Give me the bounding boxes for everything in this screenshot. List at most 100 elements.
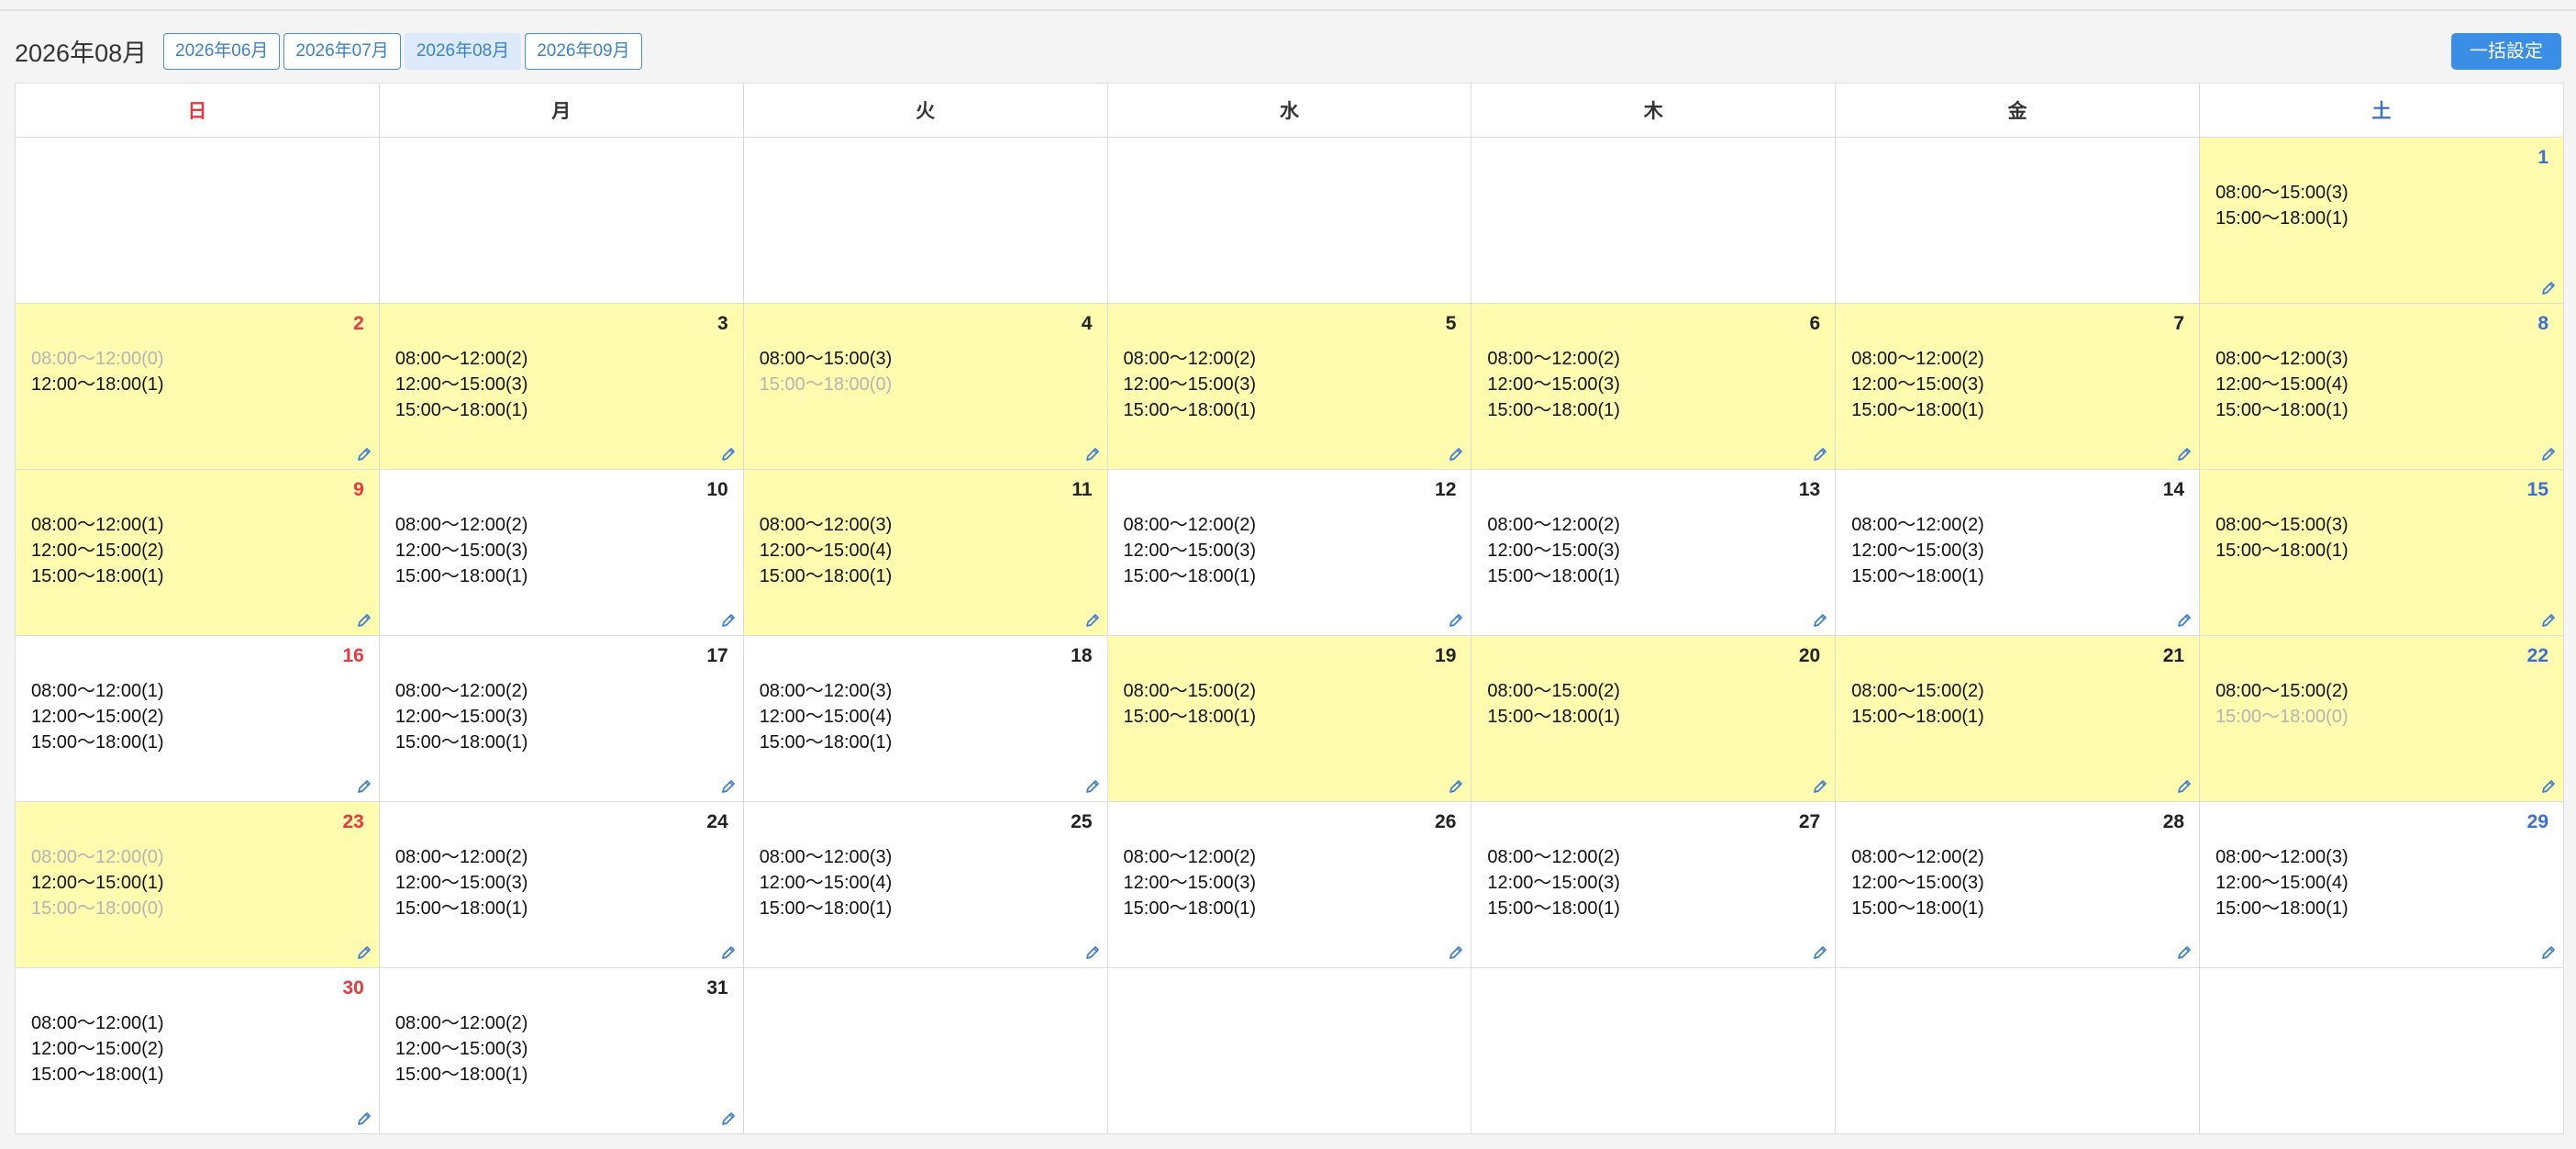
time-slot: 15:00〜18:00(1): [1851, 566, 1984, 586]
time-slot: 12:00〜15:00(4): [759, 707, 893, 727]
day-number: 10: [706, 479, 728, 500]
day-cell: 2 08:00〜12:00(0) 12:00〜18:00(1): [15, 303, 380, 470]
edit-pencil-icon[interactable]: [1811, 943, 1829, 962]
day-cell: 10 08:00〜12:00(2) 12:00〜15:00(3) 15:00〜18:0…: [378, 469, 744, 636]
day-cell: 14 08:00〜12:00(2) 12:00〜15:00(3) 15:00〜18:0…: [1835, 469, 2201, 636]
edit-pencil-icon[interactable]: [2539, 777, 2558, 796]
day-cell: 31 08:00〜12:00(2) 12:00〜15:00(3) 15:00〜18:0…: [378, 967, 744, 1134]
time-slot: 12:00〜15:00(2): [31, 1039, 164, 1059]
day-cell: 15 08:00〜15:00(3) 15:00〜18:00(1): [2199, 469, 2564, 636]
edit-pencil-icon[interactable]: [1083, 777, 1102, 796]
edit-pencil-icon[interactable]: [355, 943, 373, 962]
edit-pencil-icon[interactable]: [1447, 611, 1465, 630]
time-slot: 12:00〜15:00(4): [2215, 374, 2348, 395]
time-slot-list: 08:00〜12:00(3) 12:00〜15:00(4) 15:00〜18:00(…: [760, 512, 893, 589]
empty-day-cell: [1471, 967, 1837, 1134]
time-slot-list: 08:00〜12:00(2) 12:00〜15:00(3) 15:00〜18:00(…: [395, 678, 528, 755]
empty-day-cell: [1835, 137, 2201, 304]
weekday-wednesday: 水: [1106, 83, 1472, 138]
edit-pencil-icon[interactable]: [1083, 611, 1102, 630]
time-slot: 08:00〜12:00(2): [1123, 847, 1257, 867]
edit-pencil-icon[interactable]: [1447, 445, 1465, 463]
empty-day-cell: [1106, 137, 1472, 304]
edit-pencil-icon[interactable]: [719, 777, 738, 796]
edit-pencil-icon[interactable]: [355, 611, 373, 630]
time-slot-list: 08:00〜12:00(3) 12:00〜15:00(4) 15:00〜18:00(…: [760, 678, 893, 755]
time-slot: 12:00〜15:00(4): [759, 873, 893, 893]
edit-pencil-icon[interactable]: [1811, 445, 1829, 463]
time-slot: 12:00〜15:00(4): [759, 541, 893, 561]
time-slot: 12:00〜15:00(3): [394, 873, 528, 893]
day-number: 12: [1435, 479, 1457, 500]
edit-pencil-icon[interactable]: [1811, 777, 1829, 796]
time-slot: 08:00〜15:00(2): [1123, 681, 1257, 701]
edit-pencil-icon[interactable]: [719, 611, 738, 630]
edit-pencil-icon[interactable]: [1083, 445, 1102, 463]
day-number: 31: [706, 977, 728, 998]
day-number: 7: [2173, 313, 2185, 334]
month-button-2026-08[interactable]: 2026年08月: [404, 33, 522, 70]
time-slot: 15:00〜18:00(1): [2215, 208, 2348, 229]
time-slot-list: 08:00〜15:00(2) 15:00〜18:00(1): [1124, 678, 1257, 730]
time-slot: 12:00〜15:00(3): [394, 1039, 528, 1059]
bulk-settings-button[interactable]: 一括設定: [2451, 33, 2561, 70]
month-nav: 2026年06月 2026年07月 2026年08月 2026年09月: [163, 33, 642, 70]
time-slot: 08:00〜12:00(2): [1123, 349, 1257, 369]
edit-pencil-icon[interactable]: [719, 445, 738, 463]
day-cell: 4 08:00〜15:00(3) 15:00〜18:00(0): [742, 303, 1108, 470]
time-slot: 08:00〜15:00(3): [2215, 515, 2348, 535]
time-slot: 12:00〜18:00(1): [31, 374, 164, 395]
time-slot: 08:00〜12:00(2): [1487, 349, 1620, 369]
time-slot: 12:00〜15:00(3): [1487, 374, 1620, 395]
empty-day-cell: [742, 967, 1108, 1134]
month-button-2026-06[interactable]: 2026年06月: [163, 33, 281, 70]
day-cell: 5 08:00〜12:00(2) 12:00〜15:00(3) 15:00〜18:00…: [1106, 303, 1472, 470]
time-slot: 15:00〜18:00(1): [759, 732, 893, 753]
time-slot: 12:00〜15:00(3): [1851, 374, 1984, 395]
time-slot: 15:00〜18:00(1): [1123, 898, 1257, 919]
day-number: 13: [1798, 479, 1821, 500]
day-number: 18: [1071, 645, 1093, 666]
edit-pencil-icon[interactable]: [719, 1110, 738, 1128]
day-cell: 24 08:00〜12:00(2) 12:00〜15:00(3) 15:00〜18:0…: [378, 801, 744, 968]
day-number: 9: [353, 479, 364, 500]
edit-pencil-icon[interactable]: [355, 777, 373, 796]
time-slot: 15:00〜18:00(1): [1123, 707, 1257, 727]
day-cell: 30 08:00〜12:00(1) 12:00〜15:00(2) 15:00〜18:0…: [15, 967, 380, 1134]
time-slot-list: 08:00〜12:00(2) 12:00〜15:00(3) 15:00〜18:00(…: [395, 512, 528, 589]
edit-pencil-icon[interactable]: [1083, 943, 1102, 962]
edit-pencil-icon[interactable]: [2175, 943, 2193, 962]
week-row: 16 08:00〜12:00(1) 12:00〜15:00(2) 15:00〜18:0…: [15, 635, 2564, 802]
time-slot: 15:00〜18:00(1): [759, 898, 893, 919]
day-cell: 23 08:00〜12:00(0) 12:00〜15:00(1) 15:00〜18:0…: [15, 801, 380, 968]
edit-pencil-icon[interactable]: [719, 943, 738, 962]
edit-pencil-icon[interactable]: [2539, 445, 2558, 463]
edit-pencil-icon[interactable]: [355, 1110, 373, 1128]
time-slot: 12:00〜15:00(3): [1123, 541, 1257, 561]
empty-day-cell: [742, 137, 1108, 304]
edit-pencil-icon[interactable]: [2539, 943, 2558, 962]
empty-day-cell: [2199, 967, 2564, 1134]
time-slot: 12:00〜15:00(2): [31, 707, 164, 727]
edit-pencil-icon[interactable]: [1811, 611, 1829, 630]
time-slot: 15:00〜18:00(1): [1123, 400, 1257, 420]
time-slot: 08:00〜12:00(2): [1123, 515, 1257, 535]
edit-pencil-icon[interactable]: [1447, 943, 1465, 962]
edit-pencil-icon[interactable]: [2539, 611, 2558, 630]
day-number: 27: [1798, 811, 1821, 832]
edit-pencil-icon[interactable]: [1447, 777, 1465, 796]
edit-pencil-icon[interactable]: [2175, 777, 2193, 796]
edit-pencil-icon[interactable]: [2175, 445, 2193, 463]
month-button-2026-07[interactable]: 2026年07月: [283, 33, 401, 70]
month-button-2026-09[interactable]: 2026年09月: [525, 33, 642, 70]
day-number: 6: [1809, 313, 1821, 334]
time-slot: 15:00〜18:00(1): [31, 566, 164, 586]
edit-pencil-icon[interactable]: [2539, 279, 2558, 297]
day-number: 26: [1435, 811, 1457, 832]
time-slot: 12:00〜15:00(3): [1851, 541, 1984, 561]
edit-pencil-icon[interactable]: [355, 445, 373, 463]
edit-pencil-icon[interactable]: [2175, 611, 2193, 630]
time-slot-list: 08:00〜12:00(2) 12:00〜15:00(3) 15:00〜18:00(…: [1124, 844, 1257, 921]
day-number: 21: [2162, 645, 2185, 666]
time-slot: 15:00〜18:00(1): [394, 1065, 528, 1085]
